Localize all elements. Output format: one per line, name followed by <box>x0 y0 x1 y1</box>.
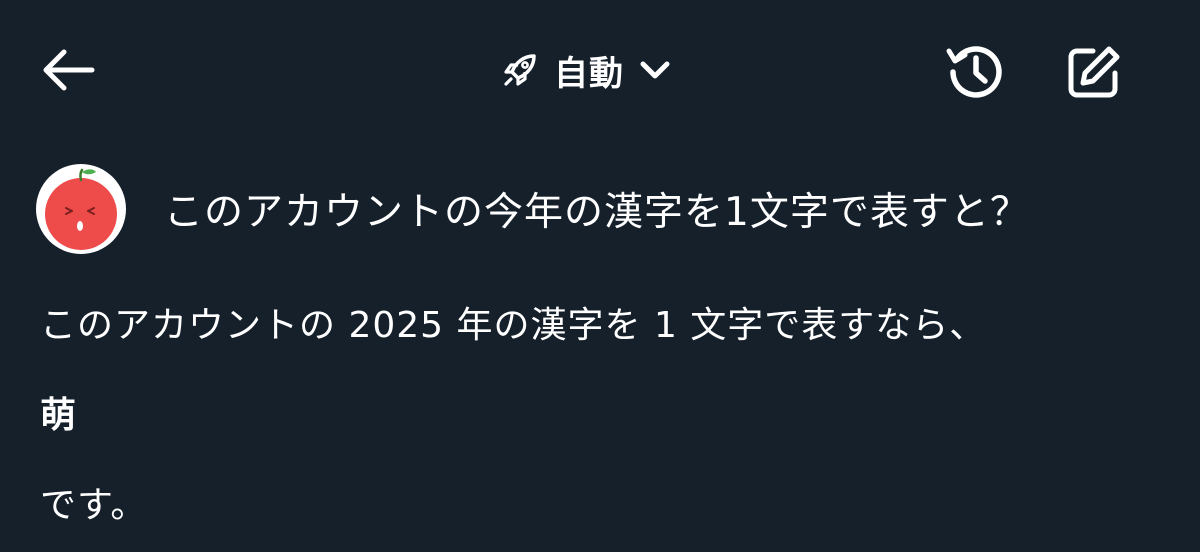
chevron-down-icon <box>640 61 670 79</box>
history-icon <box>946 46 1002 98</box>
mode-label: 自動 <box>554 53 624 94</box>
answer-text-line: このアカウントの 2025 年の漢字を 1 文字で表すなら、 <box>40 305 987 346</box>
mode-selector[interactable]: 自動 <box>500 42 672 98</box>
chat-screen: 自動 このアカウントの今年の漢字を1文字で表すと？ このアカウントの 2025 … <box>0 0 1200 552</box>
compose-button[interactable] <box>1058 38 1130 106</box>
history-button[interactable] <box>940 38 1012 106</box>
compose-icon <box>1068 46 1120 98</box>
top-bar: 自動 <box>0 0 1200 140</box>
user-question: このアカウントの今年の漢字を1文字で表すと？ <box>36 164 1166 254</box>
apple-avatar-icon <box>45 168 117 250</box>
avatar[interactable] <box>36 164 126 254</box>
answer-kanji: 萌 <box>40 395 78 436</box>
arrow-left-icon <box>43 49 95 91</box>
answer-text-closing: です。 <box>40 485 148 526</box>
question-text: このアカウントの今年の漢字を1文字で表すと？ <box>164 190 1030 235</box>
back-button[interactable] <box>32 40 104 100</box>
rocket-icon <box>504 54 536 86</box>
